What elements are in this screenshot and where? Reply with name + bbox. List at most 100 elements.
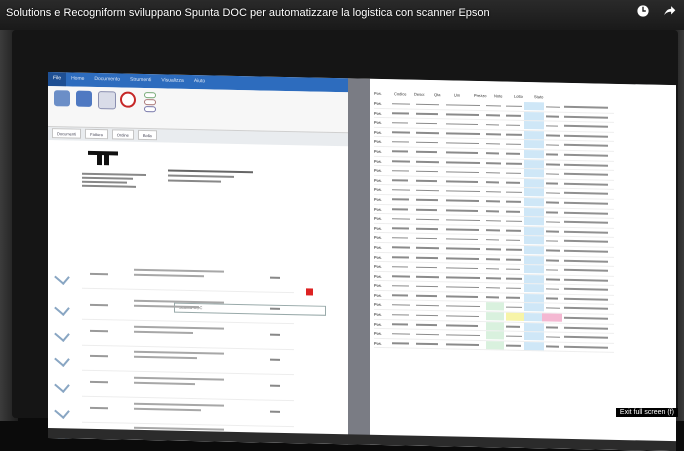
grid-cell[interactable] bbox=[416, 304, 439, 307]
grid-cell[interactable] bbox=[392, 102, 410, 105]
grid-cell[interactable] bbox=[546, 134, 560, 137]
grid-cell[interactable] bbox=[416, 179, 437, 182]
grid-cell[interactable] bbox=[506, 239, 520, 242]
grid-cell[interactable] bbox=[546, 269, 558, 271]
document-row[interactable] bbox=[54, 372, 294, 402]
grid-cell[interactable] bbox=[506, 191, 522, 194]
grid-cell[interactable] bbox=[446, 295, 478, 298]
data-grid-pane[interactable]: Pos. Codice Descr. Qta Um Prezzo Note Lo… bbox=[370, 78, 676, 451]
grid-cell[interactable] bbox=[506, 296, 520, 299]
grid-cell[interactable] bbox=[486, 152, 499, 155]
grid-cell[interactable] bbox=[546, 307, 560, 310]
grid-cell[interactable] bbox=[486, 171, 500, 174]
grid-cell[interactable] bbox=[486, 191, 501, 193]
grid-cell-notes[interactable] bbox=[564, 182, 608, 186]
grid-cell[interactable] bbox=[506, 143, 521, 146]
grid-cell[interactable] bbox=[506, 114, 521, 117]
grid-cell-notes[interactable] bbox=[564, 134, 608, 138]
grid-cell[interactable] bbox=[486, 123, 499, 126]
grid-cell[interactable] bbox=[546, 192, 560, 195]
grid-cell[interactable] bbox=[486, 238, 499, 241]
grid-cell[interactable] bbox=[392, 141, 409, 143]
grid-cell-notes[interactable] bbox=[564, 326, 608, 330]
grid-cell[interactable] bbox=[486, 219, 501, 222]
grid-cell[interactable] bbox=[506, 258, 521, 261]
option-3-icon[interactable] bbox=[144, 106, 156, 113]
grid-cell[interactable] bbox=[416, 208, 437, 211]
grid-cell-notes[interactable] bbox=[564, 172, 608, 176]
grid-cell[interactable] bbox=[546, 153, 558, 156]
grid-cell-notes[interactable] bbox=[564, 336, 608, 339]
grid-cell[interactable] bbox=[546, 288, 559, 290]
grid-cell-notes[interactable] bbox=[564, 153, 608, 157]
grid-cell[interactable] bbox=[486, 296, 499, 299]
grid-cell-notes[interactable] bbox=[564, 124, 608, 128]
grid-cell-notes[interactable] bbox=[564, 230, 608, 234]
grid-cell[interactable] bbox=[546, 144, 559, 147]
grid-cell[interactable] bbox=[546, 221, 560, 223]
grid-cell[interactable] bbox=[486, 181, 499, 184]
grid-cell[interactable] bbox=[506, 181, 520, 184]
doc-tab-ordine[interactable]: Ordine bbox=[111, 129, 134, 140]
grid-cell-notes[interactable] bbox=[564, 307, 608, 311]
grid-cell[interactable] bbox=[546, 105, 560, 108]
grid-cell[interactable] bbox=[506, 172, 521, 175]
grid-cell-notes[interactable] bbox=[564, 115, 608, 119]
grid-cell[interactable] bbox=[392, 131, 410, 134]
grid-cell[interactable] bbox=[546, 249, 560, 252]
grid-cell-notes[interactable] bbox=[564, 240, 608, 244]
option-2-icon[interactable] bbox=[144, 99, 156, 106]
grid-cell-notes[interactable] bbox=[564, 220, 608, 224]
grid-cell[interactable] bbox=[416, 160, 439, 163]
grid-cell[interactable] bbox=[446, 170, 479, 174]
grid-cell[interactable] bbox=[416, 122, 437, 125]
grid-cell[interactable] bbox=[446, 123, 478, 126]
grid-cell[interactable] bbox=[392, 112, 409, 115]
grid-cell[interactable] bbox=[392, 294, 408, 297]
scan-button-icon[interactable] bbox=[54, 90, 70, 107]
grid-cell[interactable] bbox=[416, 189, 439, 192]
grid-cell[interactable] bbox=[416, 237, 437, 240]
grid-cell[interactable] bbox=[506, 105, 522, 107]
grid-cell[interactable] bbox=[506, 335, 522, 338]
grid-cell[interactable] bbox=[416, 112, 438, 115]
grid-cell-notes[interactable] bbox=[564, 259, 608, 263]
grid-cell[interactable] bbox=[446, 314, 479, 318]
grid-cell[interactable] bbox=[506, 325, 520, 328]
grid-cell[interactable] bbox=[446, 276, 480, 279]
grid-cell[interactable] bbox=[446, 305, 480, 308]
document-row[interactable] bbox=[54, 321, 294, 351]
grid-cell[interactable] bbox=[546, 326, 558, 329]
grid-cell[interactable] bbox=[392, 179, 408, 182]
grid-cell-notes[interactable] bbox=[564, 345, 608, 349]
document-row[interactable] bbox=[54, 295, 294, 325]
grid-cell[interactable] bbox=[546, 173, 559, 175]
grid-cell[interactable] bbox=[546, 211, 558, 214]
grid-cell-notes[interactable] bbox=[564, 288, 608, 292]
grid-cell[interactable] bbox=[446, 103, 480, 107]
ribbon-tab-home[interactable]: Home bbox=[66, 72, 89, 86]
grid-cell[interactable] bbox=[416, 333, 439, 336]
grid-cell[interactable] bbox=[486, 267, 499, 270]
grid-cell[interactable] bbox=[416, 247, 439, 250]
save-button-icon[interactable] bbox=[76, 90, 92, 107]
grid-cell[interactable] bbox=[446, 266, 478, 270]
grid-cell-notes[interactable] bbox=[564, 192, 608, 196]
grid-cell[interactable] bbox=[506, 268, 520, 270]
grid-cell[interactable] bbox=[392, 208, 408, 211]
doc-tab-fattura[interactable]: Fattura bbox=[85, 128, 108, 140]
grid-cell[interactable] bbox=[416, 151, 437, 154]
grid-cell-notes[interactable] bbox=[564, 268, 608, 272]
ribbon-tab-strumenti[interactable]: Strumenti bbox=[125, 74, 156, 89]
grid-cell[interactable] bbox=[446, 151, 478, 154]
ribbon-tab-file[interactable]: File bbox=[48, 72, 67, 87]
grid-cell-notes[interactable] bbox=[564, 144, 608, 148]
grid-cell-notes[interactable] bbox=[564, 249, 608, 253]
grid-cell[interactable] bbox=[392, 169, 409, 172]
grid-cell[interactable] bbox=[392, 332, 410, 335]
grid-cell[interactable] bbox=[506, 133, 522, 136]
grid-cell[interactable] bbox=[546, 115, 559, 118]
grid-cell[interactable] bbox=[546, 201, 559, 204]
exit-fullscreen-label[interactable]: Exit full screen (f) bbox=[615, 408, 678, 417]
grid-cell[interactable] bbox=[506, 306, 522, 309]
